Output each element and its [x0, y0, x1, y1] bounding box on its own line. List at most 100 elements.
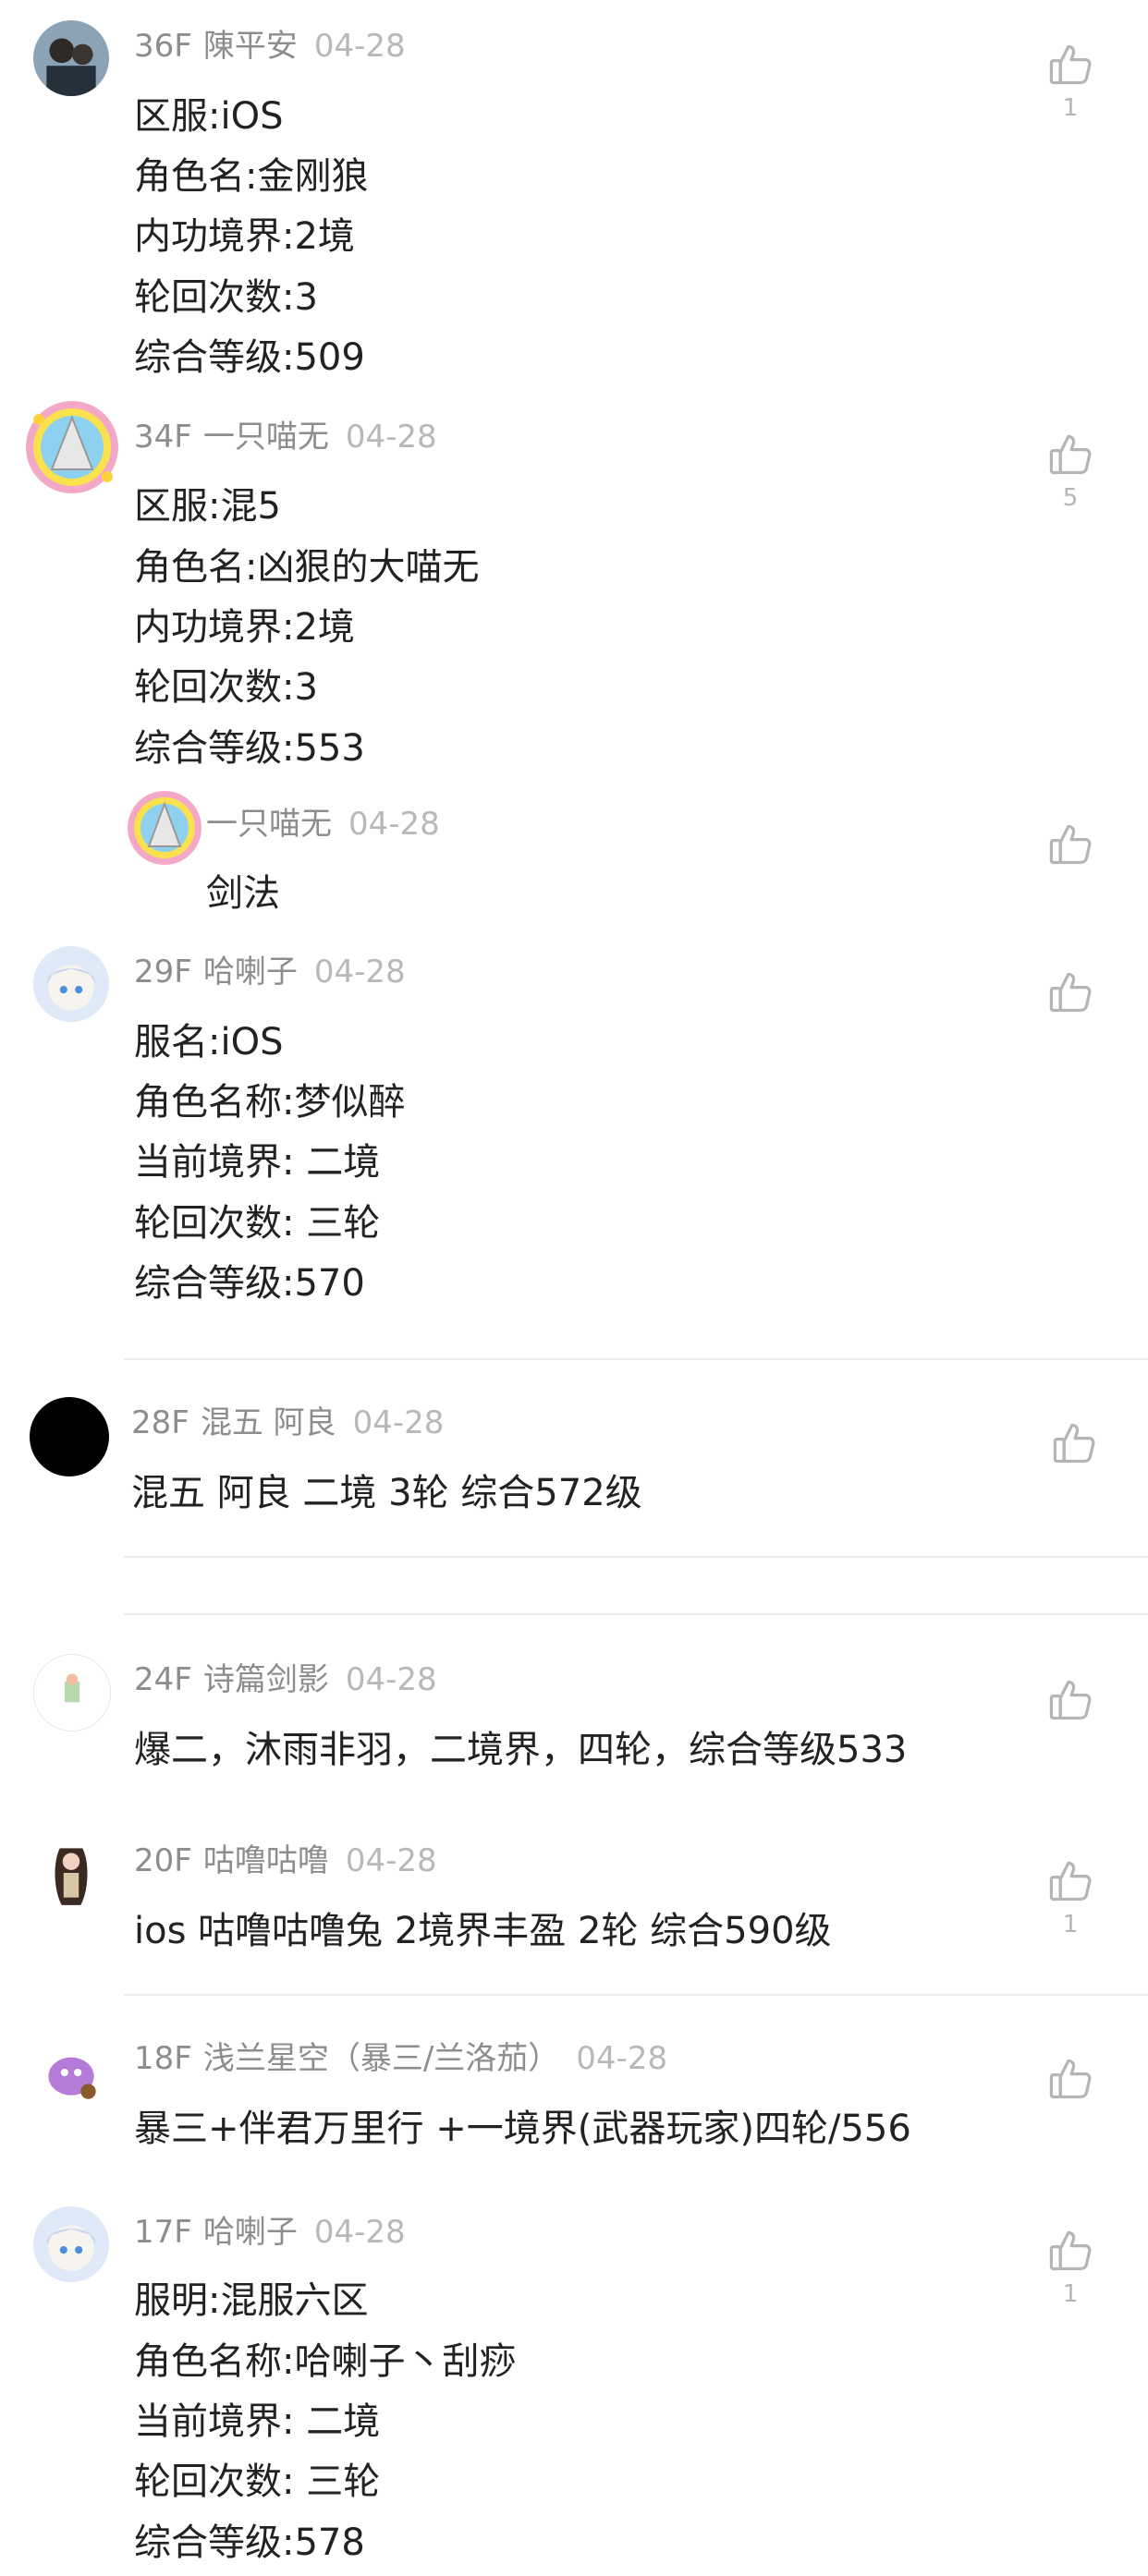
- like-button[interactable]: [1044, 2055, 1096, 2103]
- username[interactable]: 咕噜咕噜: [203, 1842, 329, 1879]
- comment-line: 轮回次数: 三轮: [134, 2461, 381, 2503]
- divider: [124, 1358, 1148, 1360]
- avatar[interactable]: [33, 946, 109, 1022]
- like-button[interactable]: 1: [1044, 2227, 1096, 2308]
- username[interactable]: 一只喵无: [203, 419, 329, 456]
- like-button[interactable]: 1: [1044, 1857, 1096, 1938]
- like-button[interactable]: 1: [1044, 41, 1096, 122]
- comment-line: 综合等级:509: [134, 336, 365, 379]
- avatar[interactable]: [33, 1835, 109, 1911]
- avatar[interactable]: [22, 397, 122, 497]
- comment-line: 内功境界:2境: [134, 606, 355, 649]
- comment-meta: 17F 哈喇子 04-28: [134, 2214, 406, 2251]
- comment-line: 区服:混5: [134, 485, 281, 528]
- thumbs-up-icon: [1049, 2230, 1092, 2271]
- timestamp: 04-28: [576, 2040, 668, 2077]
- comment-line: 区服:iOS: [134, 95, 284, 138]
- thumbs-up-icon: [1049, 434, 1092, 475]
- comment-line: 综合等级:578: [134, 2521, 365, 2564]
- comment-line: 角色名:金刚狼: [134, 155, 369, 198]
- like-button[interactable]: [1044, 968, 1096, 1016]
- comment-line: 角色名称:哈喇子丶刮痧: [134, 2340, 517, 2383]
- comment-line: 轮回次数:3: [134, 276, 318, 319]
- divider: [124, 1994, 1148, 1996]
- thumbs-up-icon: [1049, 44, 1092, 85]
- floor-number: 20F: [134, 1842, 192, 1879]
- avatar-character-icon: [33, 1835, 109, 1911]
- avatar[interactable]: [33, 2033, 109, 2108]
- comment-line: ios 咕噜咕噜兔 2境界丰盈 2轮 综合590级: [134, 1910, 832, 1952]
- timestamp: 04-28: [313, 954, 406, 990]
- reply-meta: 一只喵无 04-28: [206, 806, 440, 843]
- username[interactable]: 哈喇子: [203, 2214, 298, 2251]
- comment-meta: 20F 咕噜咕噜 04-28: [134, 1842, 437, 1879]
- timestamp: 04-28: [345, 1661, 437, 1698]
- thumbs-up-icon: [1049, 2059, 1092, 2099]
- like-count: 1: [1062, 1911, 1079, 1938]
- comment-line: 当前境界: 二境: [134, 2400, 381, 2443]
- text-fade: [124, 1298, 678, 1318]
- comment-line: 暴三+伴君万里行 +一境界(武器玩家)四轮/556: [134, 2108, 911, 2150]
- comment-line: 服明:混服六区: [134, 2279, 369, 2322]
- like-count: 1: [1062, 94, 1079, 122]
- like-count: 1: [1062, 2280, 1079, 2308]
- comment-line: 综合等级:553: [134, 727, 365, 770]
- comment-line: 角色名:凶狠的大喵无: [134, 546, 480, 589]
- floor-number: 36F: [134, 28, 192, 65]
- avatar-anime-girl-icon: [33, 946, 109, 1022]
- timestamp: 04-28: [313, 2214, 406, 2251]
- comment-line: 内功境界:2境: [134, 215, 355, 258]
- comment-line: 当前境界: 二境: [134, 1141, 381, 1184]
- comment-line: 轮回次数:3: [134, 666, 318, 709]
- timestamp: 04-28: [345, 1842, 437, 1879]
- comment-meta: 29F 哈喇子 04-28: [134, 954, 406, 990]
- username[interactable]: 浅兰星空（暴三/兰洛茄）: [203, 2040, 559, 2077]
- avatar[interactable]: [33, 2206, 109, 2282]
- comment-line: 轮回次数: 三轮: [134, 1202, 381, 1245]
- floor-number: 34F: [134, 419, 192, 456]
- floor-number: 17F: [134, 2214, 192, 2251]
- username[interactable]: 陳平安: [203, 28, 298, 65]
- avatar[interactable]: [33, 20, 109, 96]
- thumbs-up-icon: [1049, 824, 1092, 865]
- avatar-character-icon: [33, 2033, 109, 2108]
- reply-username[interactable]: 一只喵无: [206, 806, 332, 843]
- avatar-character-icon: [26, 401, 118, 493]
- reply-timestamp: 04-28: [348, 806, 440, 843]
- floor-number: 28F: [131, 1404, 189, 1441]
- avatar-character-icon: [128, 791, 202, 865]
- comment-meta: 34F 一只喵无 04-28: [134, 419, 437, 456]
- like-button[interactable]: [1044, 1676, 1096, 1724]
- like-count: 5: [1062, 484, 1079, 512]
- reply-like-button[interactable]: [1044, 820, 1096, 869]
- avatar[interactable]: [33, 1654, 111, 1732]
- avatar-photo-icon: [33, 20, 109, 96]
- comment-meta: 18F 浅兰星空（暴三/兰洛茄） 04-28: [134, 2040, 667, 2077]
- timestamp: 04-28: [352, 1404, 445, 1441]
- like-button[interactable]: 5: [1044, 431, 1096, 512]
- divider: [124, 1556, 1148, 1558]
- comment-line: 服名:iOS: [134, 1021, 284, 1063]
- floor-number: 18F: [134, 2040, 192, 2077]
- avatar-character-icon: [34, 1655, 110, 1731]
- username[interactable]: 诗篇剑影: [203, 1661, 329, 1698]
- comment-meta: 28F 混五 阿良 04-28: [131, 1404, 444, 1441]
- comment-line: 混五 阿良 二境 3轮 综合572级: [131, 1472, 642, 1514]
- comment-line: 爆二，沐雨非羽，二境界，四轮，综合等级533: [134, 1729, 908, 1771]
- username[interactable]: 哈喇子: [203, 954, 298, 990]
- reply-text: 剑法: [206, 872, 280, 915]
- avatar[interactable]: [30, 1397, 109, 1476]
- floor-number: 24F: [134, 1661, 192, 1698]
- timestamp: 04-28: [345, 419, 437, 456]
- thumbs-up-icon: [1053, 1423, 1095, 1464]
- reply-avatar[interactable]: [124, 787, 205, 869]
- like-button[interactable]: [1048, 1419, 1100, 1467]
- thumbs-up-icon: [1049, 972, 1092, 1013]
- floor-number: 29F: [134, 954, 192, 990]
- thumbs-up-icon: [1049, 1680, 1092, 1720]
- timestamp: 04-28: [313, 28, 406, 65]
- username[interactable]: 混五 阿良: [201, 1404, 336, 1441]
- comment-line: 角色名称:梦似醉: [134, 1081, 406, 1124]
- comment-meta: 36F 陳平安 04-28: [134, 28, 406, 65]
- avatar-anime-girl-icon: [33, 2206, 109, 2282]
